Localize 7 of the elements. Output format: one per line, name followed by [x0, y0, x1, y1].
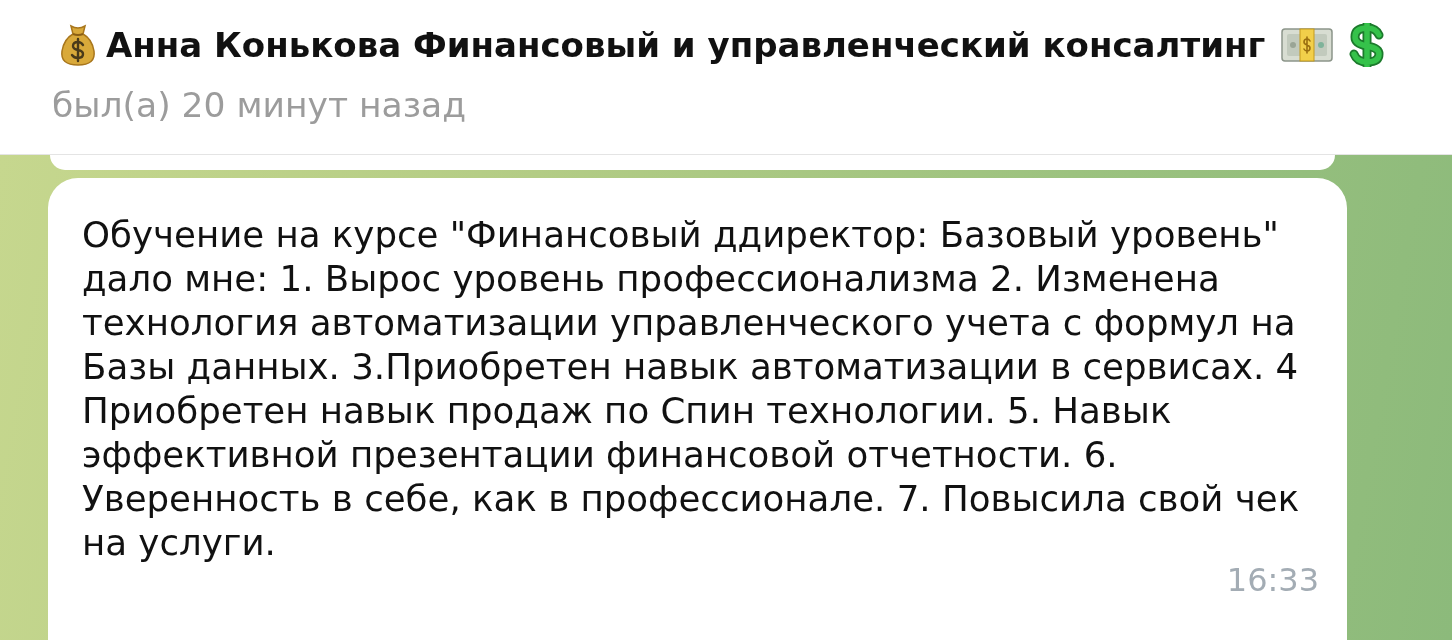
last-seen-status: был(а) 20 минут назад	[52, 84, 466, 127]
chat-title: Анна Конькова Финансовый и управленческий консалтинг	[106, 25, 1266, 65]
message-time: 16:33	[1226, 565, 1319, 595]
banknote-icon	[1281, 28, 1334, 62]
dollar-sign-icon	[1349, 23, 1386, 67]
message-text: Обучение на курсе "Финансовый ддиректор: Базовый уровень" дало мне: 1. Вырос уровень профессионализма 2. Изменена технология автоматизации управленческого учета с формул на Базы данных. 3.Приобретен навык автоматизации в сервисах. 4 Приобретен навык продаж по Спин технологии. 5. Навык эффективной презентации финансовой отчетности. 6. Уверенность в себе, как в профессионале. 7. Повысила свой чек на услуги.	[82, 213, 1301, 565]
money-bag-icon	[58, 23, 98, 67]
